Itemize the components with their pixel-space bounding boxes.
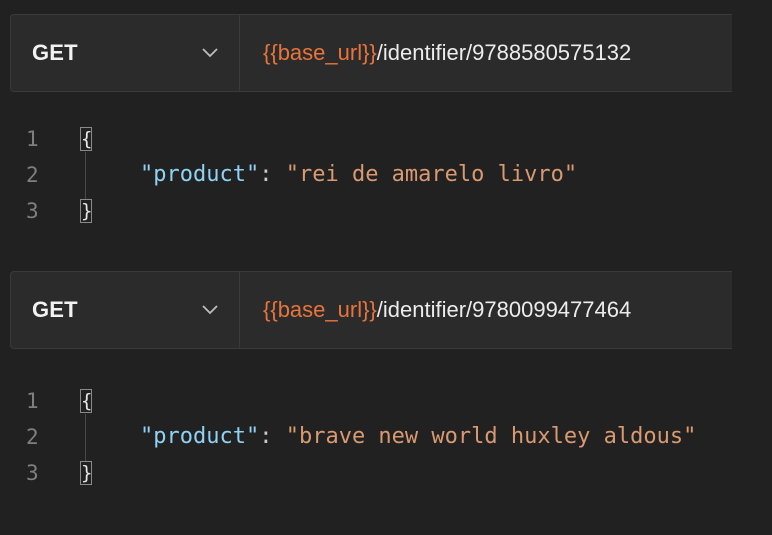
response-body-1: 1 2 3 { "product": "rei de amarelo livro… <box>0 118 772 230</box>
request-bar-1: GET {{base_url}}/identifier/978858057513… <box>10 14 732 92</box>
chevron-down-icon <box>201 301 219 319</box>
url-variable: {{base_url}} <box>263 297 377 322</box>
method-select[interactable]: GET <box>11 15 240 91</box>
method-label: GET <box>32 40 78 65</box>
request-bar-2: GET {{base_url}}/identifier/978009947746… <box>10 271 732 349</box>
method-select[interactable]: GET <box>11 272 240 348</box>
line-number: 1 <box>26 389 39 413</box>
json-value: "rei de amarelo livro" <box>285 162 578 187</box>
url-path: /identifier/9780099477464 <box>376 297 632 322</box>
line-number: 1 <box>26 127 39 151</box>
line-number: 3 <box>26 199 39 223</box>
json-separator: : <box>259 162 286 187</box>
indent-guide <box>85 414 86 462</box>
json-separator: : <box>259 424 286 449</box>
open-brace: { <box>80 389 93 413</box>
url-input[interactable]: {{base_url}}/identifier/9788580575132 <box>240 15 732 91</box>
line-number: 2 <box>26 163 39 187</box>
line-number: 3 <box>26 461 39 485</box>
json-value: "brave new world huxley aldous" <box>285 424 697 449</box>
close-brace: } <box>80 461 93 485</box>
indent-guide <box>85 152 86 200</box>
json-key: "product" <box>140 162 260 187</box>
chevron-down-icon <box>201 44 219 62</box>
json-key: "product" <box>140 424 260 449</box>
url-path: /identifier/9788580575132 <box>376 40 632 65</box>
json-line: "product": "brave new world huxley aldou… <box>140 426 696 448</box>
open-brace: { <box>80 127 93 151</box>
response-body-2: 1 2 3 { "product": "brave new world huxl… <box>0 380 772 492</box>
close-brace: } <box>80 199 93 223</box>
url-input[interactable]: {{base_url}}/identifier/9780099477464 <box>240 272 732 348</box>
line-number: 2 <box>26 425 39 449</box>
url-variable: {{base_url}} <box>263 40 377 65</box>
json-line: "product": "rei de amarelo livro" <box>140 164 577 186</box>
method-label: GET <box>32 297 78 322</box>
